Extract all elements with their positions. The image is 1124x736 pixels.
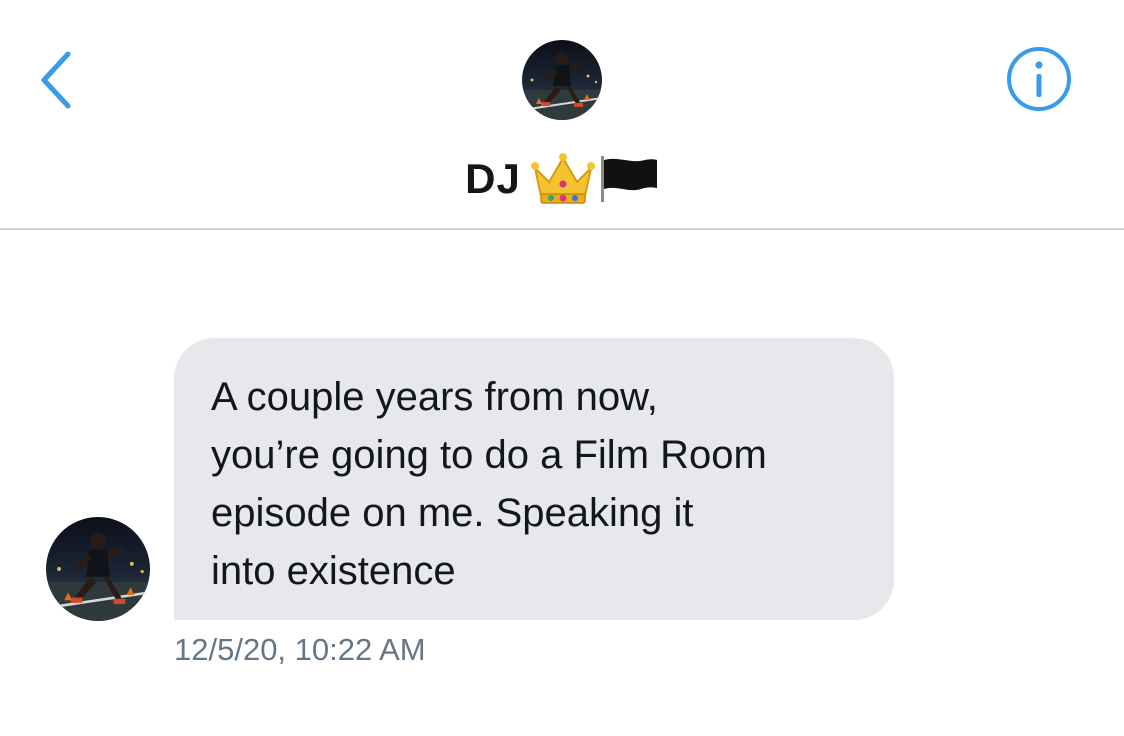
crown-emoji xyxy=(530,153,595,204)
black-flag-emoji xyxy=(600,156,657,202)
info-circle-icon xyxy=(1007,47,1071,111)
sender-avatar[interactable] xyxy=(46,517,150,621)
athlete-photo xyxy=(522,40,602,120)
header-avatar[interactable] xyxy=(522,40,602,120)
conversation-header: DJ xyxy=(0,0,1124,230)
contact-name: DJ xyxy=(465,155,521,202)
chevron-left-icon xyxy=(41,51,71,109)
message-line: you’re going to do a Film Room xyxy=(211,433,767,477)
info-button[interactable] xyxy=(1005,45,1073,113)
athlete-photo xyxy=(46,517,150,621)
message-line: A couple years from now, xyxy=(211,375,658,419)
name-emojis xyxy=(530,152,659,206)
message-line: episode on me. Speaking it xyxy=(211,491,694,535)
message-timestamp: 12/5/20, 10:22 AM xyxy=(174,632,426,667)
message-text: A couple years from now, you’re going to… xyxy=(211,368,858,600)
message-line: into existence xyxy=(211,549,456,593)
message-bubble[interactable]: A couple years from now, you’re going to… xyxy=(174,338,894,620)
back-button[interactable] xyxy=(36,48,76,112)
conversation-title[interactable]: DJ xyxy=(0,148,1124,210)
